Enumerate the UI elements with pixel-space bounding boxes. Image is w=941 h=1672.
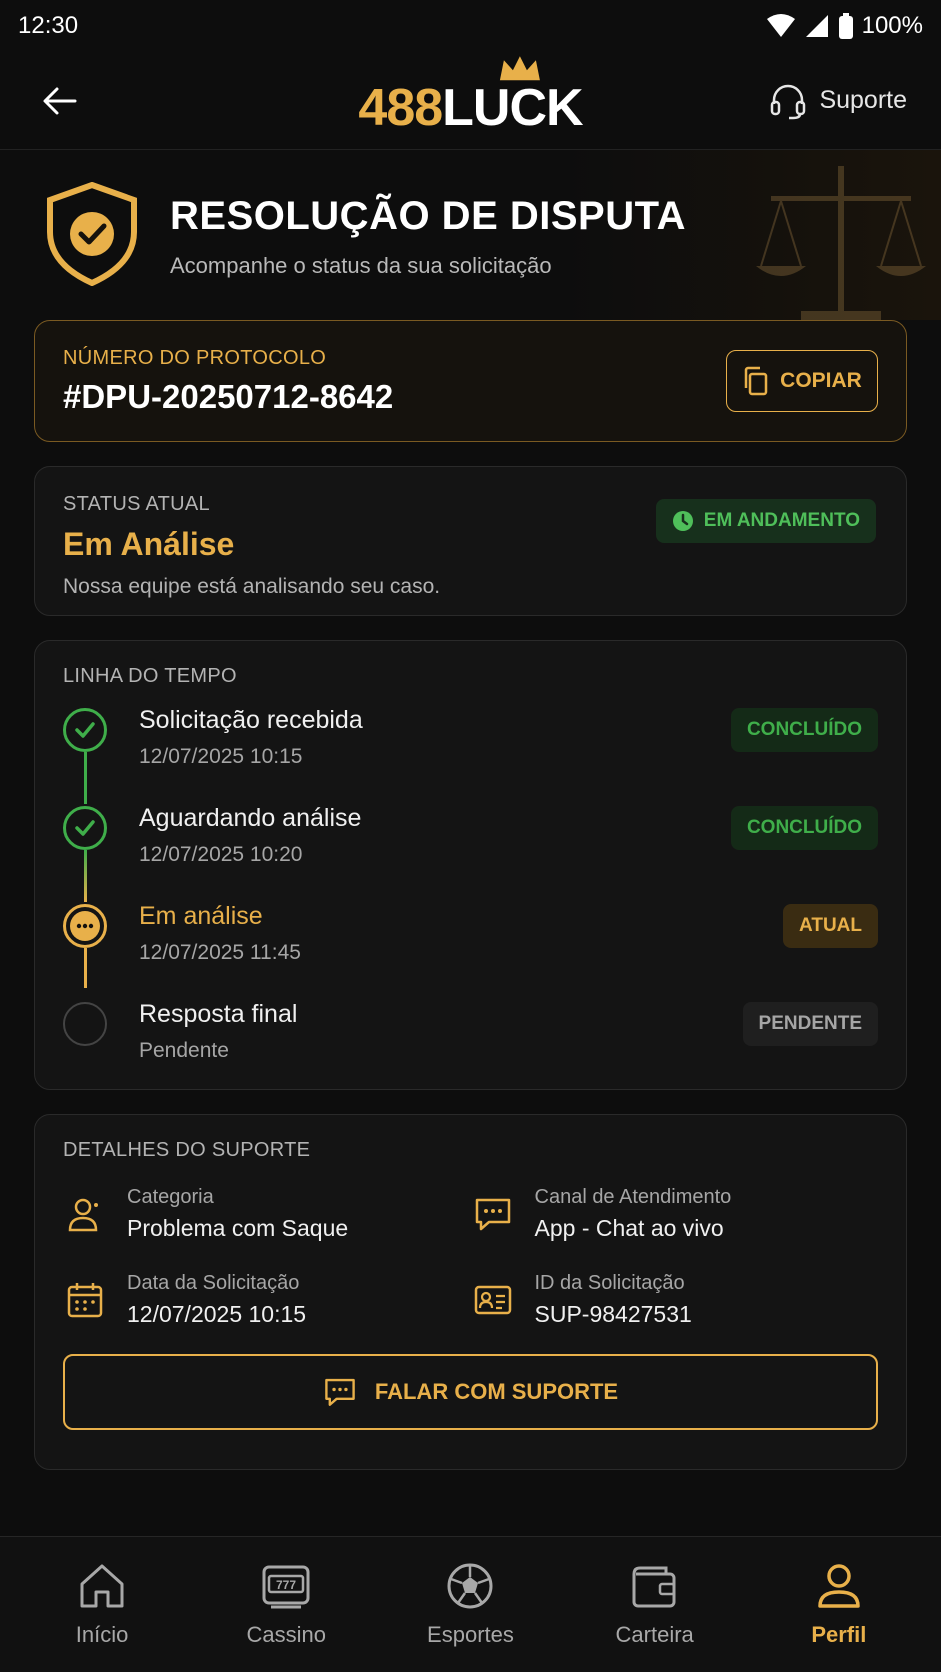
nav-label: Esportes [427,1621,514,1647]
timeline-item-title: Em análise [139,902,263,930]
detail-value: 12/07/2025 10:15 [127,1301,307,1327]
timeline-item: Em análise 12/07/2025 11:45 ATUAL [63,902,878,1000]
id-card-icon [471,1278,515,1322]
nav-label: Perfil [811,1621,867,1647]
status-icons: 100% [766,12,923,40]
status-badge: EM ANDAMENTO [655,499,876,543]
calendar-icon [63,1278,107,1322]
page-title: RESOLUÇÃO DE DISPUTA [170,194,686,238]
nav-item-inicio[interactable]: Início [22,1562,182,1648]
detail-label: Canal de Atendimento [534,1186,732,1208]
profile-icon [818,1563,860,1608]
battery-icon [838,13,853,39]
detail-label: ID da Solicitação [534,1272,685,1294]
soccer-ball-icon [447,1563,493,1608]
app-header: 488 LUCK Suporte [0,52,941,150]
timeline-item: Resposta final Pendente PENDENTE [63,1000,878,1080]
copy-button[interactable]: COPIAR [726,350,878,412]
protocol-card: NÚMERO DO PROTOCOLO #DPU-20250712-8642 C… [34,320,907,442]
back-button[interactable] [40,81,80,121]
support-button[interactable]: Suporte [769,82,907,120]
status-card: STATUS ATUAL Em Análise Nossa equipe est… [34,466,907,616]
talk-to-support-label: FALAR COM SUPORTE [374,1379,619,1404]
nav-item-cassino[interactable]: 777 Cassino [206,1562,366,1648]
timeline-badge: ATUAL [783,904,878,948]
status-bar: 12:30 100% [0,0,941,52]
nav-label: Cassino [246,1621,327,1647]
hero-text: RESOLUÇÃO DE DISPUTA Acompanhe o status … [170,182,686,320]
protocol-number: #DPU-20250712-8642 [63,377,394,415]
crown-icon [500,55,541,80]
logo-number: 488 [358,78,443,137]
logo-word: LUCK [442,55,584,138]
timeline-item: Aguardando análise 12/07/2025 10:20 CONC… [63,804,878,902]
shield-check-icon [47,182,137,286]
nav-label: Carteira [615,1621,694,1647]
detail-category: Categoria Problema com Saque [63,1186,471,1242]
wifi-icon [766,14,795,37]
bottom-nav: Início 777 Cassino Esportes Carteira Per… [0,1536,941,1672]
nav-item-perfil[interactable]: Perfil [759,1562,919,1648]
timeline-item-time: 12/07/2025 11:45 [139,941,301,964]
detail-value: App - Chat ao vivo [534,1215,724,1241]
timeline-title: LINHA DO TEMPO [63,665,237,687]
protocol-label: NÚMERO DO PROTOCOLO [63,346,327,369]
chat-icon [471,1192,515,1236]
details-grid: Categoria Problema com Saque Canal de At… [63,1186,878,1328]
battery-level: 100% [861,12,923,39]
talk-to-support-button[interactable]: FALAR COM SUPORTE [63,1354,878,1430]
timeline-badge: PENDENTE [742,1002,878,1046]
details-title: DETALHES DO SUPORTE [63,1139,311,1161]
detail-request-id: ID da Solicitação SUP-98427531 [471,1272,879,1328]
wallet-icon [632,1566,676,1607]
clock: 12:30 [18,12,79,39]
detail-date: Data da Solicitação 12/07/2025 10:15 [63,1272,471,1328]
nav-item-carteira[interactable]: Carteira [575,1562,735,1648]
home-icon [80,1564,124,1607]
dispute-hero: RESOLUÇÃO DE DISPUTA Acompanhe o status … [0,150,941,320]
detail-channel: Canal de Atendimento App - Chat ao vivo [471,1186,879,1242]
support-details-card: DETALHES DO SUPORTE Categoria Problema c… [34,1114,907,1470]
brand-logo: 488 LUCK [358,55,584,138]
clock-icon [672,511,693,531]
support-label: Suporte [819,86,907,114]
protocol-info: NÚMERO DO PROTOCOLO #DPU-20250712-8642 [63,347,393,416]
arrow-left-icon [43,87,77,114]
detail-label: Categoria [127,1186,214,1208]
timeline-card: LINHA DO TEMPO Solicitação recebida 12/0… [34,640,907,1090]
timeline-badge: CONCLUÍDO [730,708,878,752]
status-description: Nossa equipe está analisando seu caso. [63,575,441,598]
ellipsis-icon [63,904,107,948]
headset-icon [771,84,806,119]
timeline-list: Solicitação recebida 12/07/2025 10:15 CO… [63,706,878,1080]
detail-value: Problema com Saque [127,1215,349,1241]
detail-label: Data da Solicitação [127,1272,300,1294]
check-icon [63,708,107,752]
chat-icon [325,1378,355,1406]
slot-machine-icon: 777 [262,1565,310,1608]
copy-icon [744,366,768,396]
svg-text:777: 777 [276,1578,296,1592]
timeline-item: Solicitação recebida 12/07/2025 10:15 CO… [63,706,878,804]
detail-value: SUP-98427531 [534,1301,692,1327]
signal-icon [805,15,828,37]
user-icon [63,1192,107,1236]
check-icon [63,806,107,850]
page-subtitle: Acompanhe o status da sua solicitação [170,253,552,278]
scales-of-justice-icon [756,166,926,320]
empty-circle-icon [63,1002,107,1046]
copy-label: COPIAR [780,369,862,392]
nav-label: Início [75,1621,129,1647]
status-badge-label: EM ANDAMENTO [703,510,860,531]
nav-item-esportes[interactable]: Esportes [390,1562,550,1648]
timeline-badge: CONCLUÍDO [730,806,878,850]
